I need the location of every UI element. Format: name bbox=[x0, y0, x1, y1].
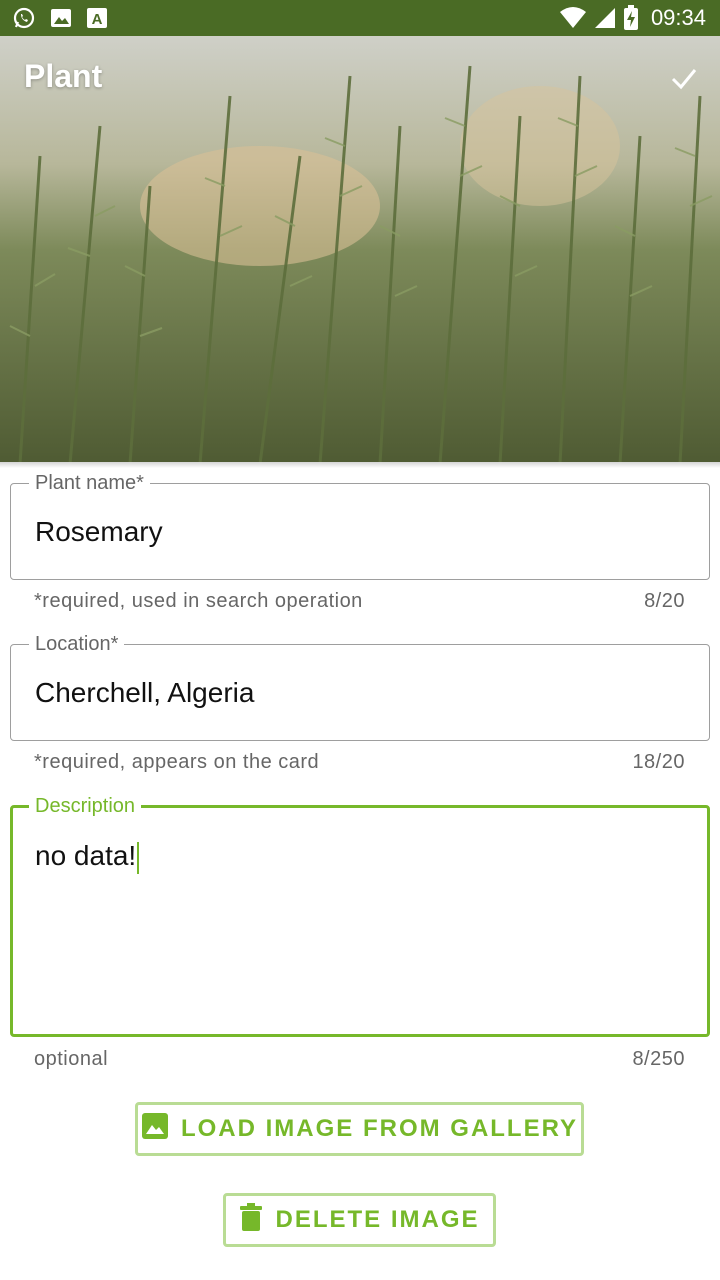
check-icon[interactable] bbox=[670, 64, 698, 92]
battery-charging-icon bbox=[623, 5, 639, 31]
status-bar: A 09:34 bbox=[0, 0, 720, 36]
plant-name-value[interactable]: Rosemary bbox=[35, 516, 163, 548]
location-label: Location* bbox=[29, 633, 125, 656]
location-field[interactable]: Location* Cherchell, Algeria bbox=[10, 633, 710, 741]
trash-icon bbox=[239, 1202, 263, 1238]
text-cursor bbox=[137, 841, 140, 874]
plant-name-counter: 8/20 bbox=[644, 590, 685, 612]
plant-name-field[interactable]: Plant name* Rosemary bbox=[10, 472, 710, 580]
description-input[interactable]: no data! bbox=[35, 840, 140, 874]
plant-photo bbox=[0, 36, 720, 464]
plant-name-label: Plant name* bbox=[29, 472, 150, 495]
svg-text:A: A bbox=[92, 11, 103, 28]
delete-image-button[interactable]: DELETE IMAGE bbox=[223, 1193, 496, 1247]
location-helper: *required, appears on the card bbox=[34, 751, 320, 773]
status-time: 09:34 bbox=[650, 5, 706, 30]
app-bar-title: Plant bbox=[24, 58, 103, 94]
description-helper: optional bbox=[34, 1048, 109, 1070]
description-label: Description bbox=[29, 795, 142, 818]
font-icon: A bbox=[86, 7, 108, 29]
image-icon bbox=[50, 7, 72, 29]
wifi-icon bbox=[559, 6, 587, 30]
load-image-label: LOAD IMAGE FROM GALLERY bbox=[180, 1115, 579, 1142]
location-counter: 18/20 bbox=[632, 751, 685, 773]
delete-image-label: DELETE IMAGE bbox=[275, 1206, 480, 1233]
description-field[interactable]: Description no data! bbox=[10, 795, 710, 1037]
location-value[interactable]: Cherchell, Algeria bbox=[35, 677, 254, 709]
image-icon bbox=[141, 1112, 169, 1147]
whatsapp-icon bbox=[12, 6, 36, 30]
description-value: no data! bbox=[35, 840, 137, 871]
divider bbox=[0, 462, 720, 468]
description-counter: 8/250 bbox=[632, 1048, 685, 1070]
signal-icon bbox=[593, 6, 617, 30]
plant-name-helper: *required, used in search operation bbox=[34, 590, 363, 612]
load-image-button[interactable]: LOAD IMAGE FROM GALLERY bbox=[135, 1102, 584, 1156]
